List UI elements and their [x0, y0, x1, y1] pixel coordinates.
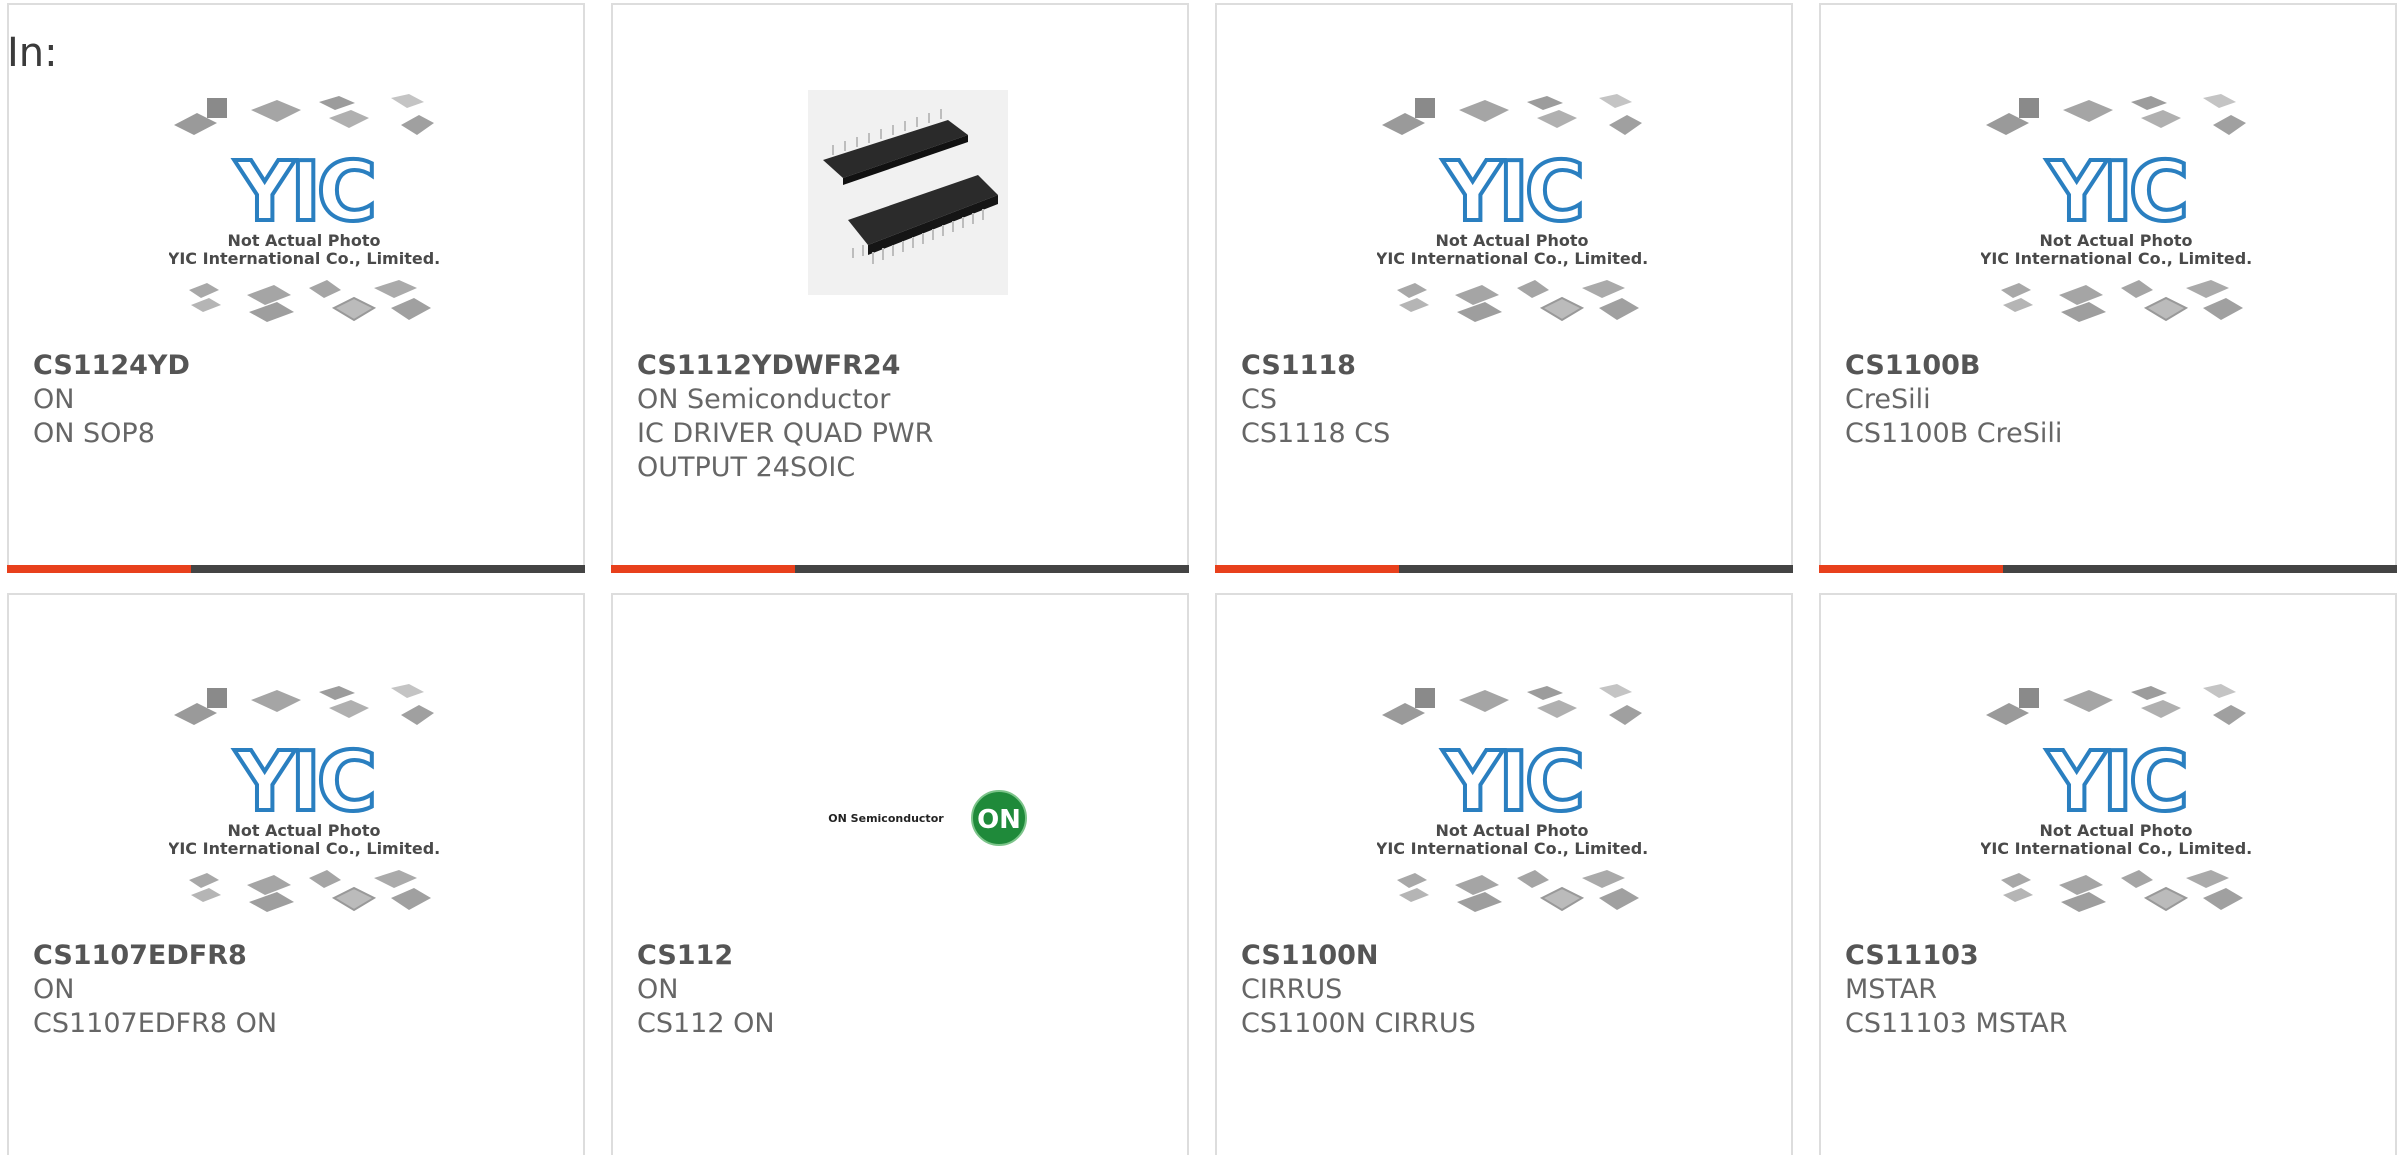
product-info: CS1100N CIRRUS CS1100N CIRRUS: [1241, 939, 1651, 1041]
manufacturer: CIRRUS: [1241, 974, 1343, 1005]
product-info: CS1107EDFR8 ON CS1107EDFR8 ON: [33, 939, 443, 1041]
description: CS1118 CS: [1241, 418, 1391, 449]
part-number-link[interactable]: CS11103: [1845, 939, 2255, 973]
part-number-link[interactable]: CS1124YD: [33, 349, 443, 383]
description: IC DRIVER QUAD PWR OUTPUT 24SOIC: [637, 418, 934, 483]
not-actual-photo-placeholder: [1377, 682, 1647, 914]
card-bottom-bar: [7, 565, 585, 573]
filter-label: In:: [7, 30, 58, 76]
product-info: CS1124YD ON ON SOP8: [33, 349, 443, 451]
description: CS1100N CIRRUS: [1241, 1008, 1476, 1039]
product-info: CS1100B CreSili CS1100B CreSili: [1845, 349, 2255, 451]
product-card[interactable]: CS1118 CS CS1118 CS: [1215, 3, 1793, 573]
manufacturer: ON Semiconductor: [637, 384, 891, 415]
svg-text:ON: ON: [977, 805, 1021, 835]
on-semiconductor-logo: ON Semiconductor ON: [828, 790, 1027, 846]
not-actual-photo-placeholder: [1981, 682, 2251, 914]
product-card[interactable]: ON Semiconductor ON CS112 ON CS112 ON: [611, 593, 1189, 1155]
description: CS112 ON: [637, 1008, 775, 1039]
description: CS11103 MSTAR: [1845, 1008, 2068, 1039]
part-number-link[interactable]: CS1118: [1241, 349, 1651, 383]
card-bottom-bar: [611, 565, 1189, 573]
chip-photo: [808, 90, 1008, 295]
card-bottom-bar: [1819, 565, 2397, 573]
part-number-link[interactable]: CS1112YDWFR24: [637, 349, 1047, 383]
product-info: CS11103 MSTAR CS11103 MSTAR: [1845, 939, 2255, 1041]
bar-accent: [1819, 565, 2003, 573]
manufacturer: CreSili: [1845, 384, 1931, 415]
product-info: CS112 ON CS112 ON: [637, 939, 1047, 1041]
not-actual-photo-placeholder: [1981, 92, 2251, 324]
product-info: CS1112YDWFR24 ON Semiconductor IC DRIVER…: [637, 349, 1047, 485]
product-card[interactable]: CS1112YDWFR24 ON Semiconductor IC DRIVER…: [611, 3, 1189, 573]
manufacturer: ON: [637, 974, 679, 1005]
bar-accent: [7, 565, 191, 573]
not-actual-photo-placeholder: [169, 682, 439, 914]
part-number-link[interactable]: CS112: [637, 939, 1047, 973]
bar-accent: [611, 565, 795, 573]
product-info: CS1118 CS CS1118 CS: [1241, 349, 1651, 451]
product-card[interactable]: CS11103 MSTAR CS11103 MSTAR: [1819, 593, 2397, 1155]
manufacturer: MSTAR: [1845, 974, 1938, 1005]
product-card[interactable]: CS1100N CIRRUS CS1100N CIRRUS: [1215, 593, 1793, 1155]
part-number-link[interactable]: CS1100B: [1845, 349, 2255, 383]
manufacturer: CS: [1241, 384, 1277, 415]
part-number-link[interactable]: CS1100N: [1241, 939, 1651, 973]
not-actual-photo-placeholder: [169, 92, 439, 324]
bar-accent: [1215, 565, 1399, 573]
part-number-link[interactable]: CS1107EDFR8: [33, 939, 443, 973]
manufacturer: ON: [33, 384, 75, 415]
card-bottom-bar: [1215, 565, 1793, 573]
product-card[interactable]: CS1107EDFR8 ON CS1107EDFR8 ON: [7, 593, 585, 1155]
product-card[interactable]: CS1100B CreSili CS1100B CreSili: [1819, 3, 2397, 573]
manufacturer: ON: [33, 974, 75, 1005]
description: CS1107EDFR8 ON: [33, 1008, 278, 1039]
description: CS1100B CreSili: [1845, 418, 2063, 449]
product-card[interactable]: CS1124YD ON ON SOP8: [7, 3, 585, 573]
description: ON SOP8: [33, 418, 155, 449]
svg-text:ON Semiconductor: ON Semiconductor: [828, 812, 944, 825]
product-grid-page: In: CS1124YD ON ON SOP8 CS1112YDWFR24 ON…: [0, 0, 2400, 1155]
not-actual-photo-placeholder: [1377, 92, 1647, 324]
